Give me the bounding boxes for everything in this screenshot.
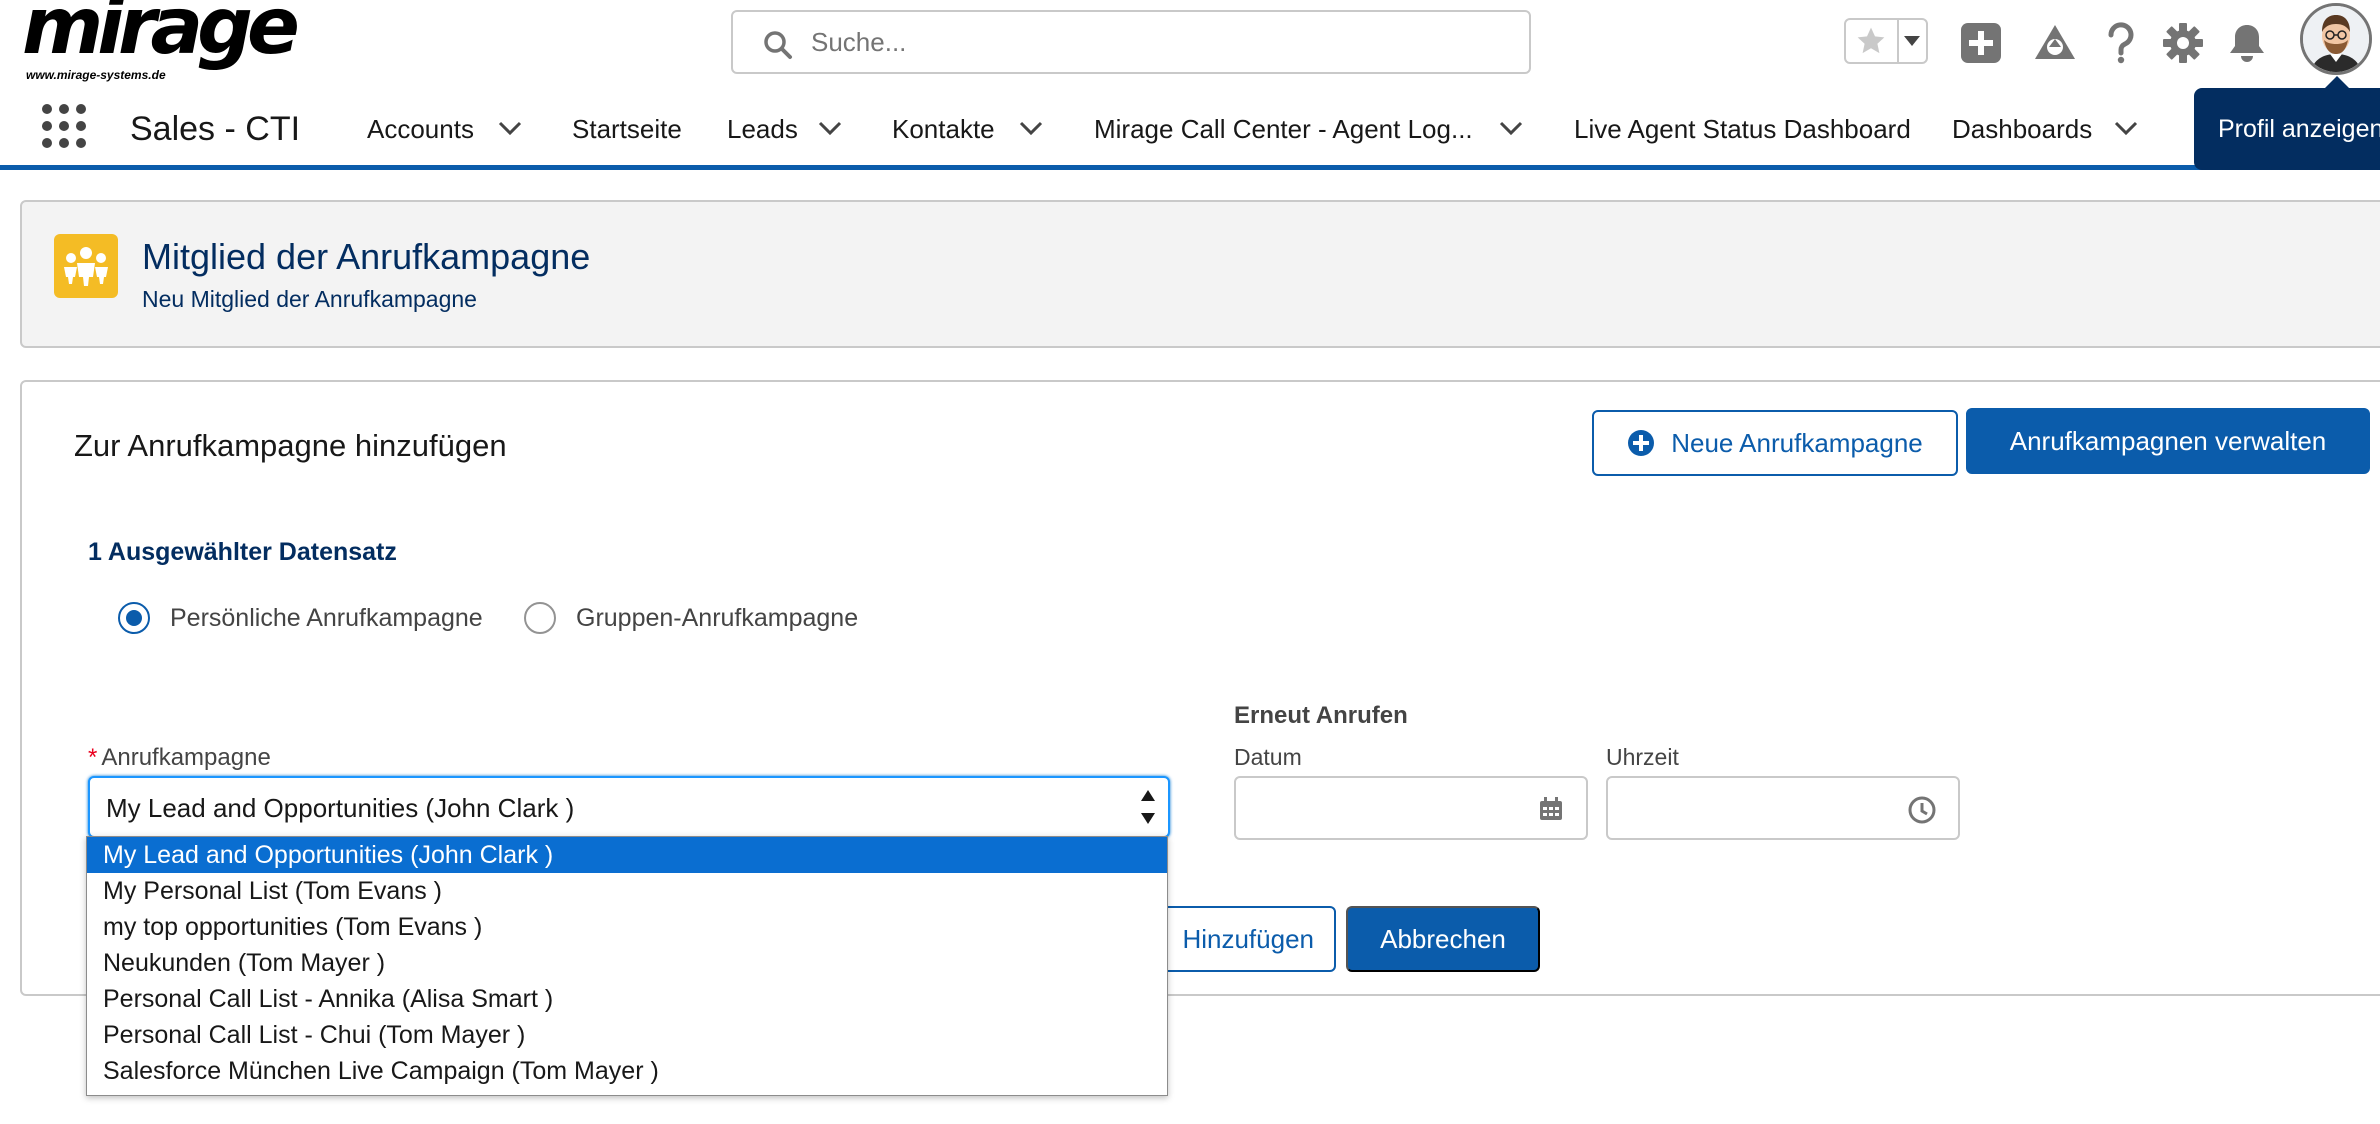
add-circle-icon: [1628, 430, 1655, 456]
trailhead-icon: [2035, 25, 2075, 59]
help-button[interactable]: [2098, 20, 2144, 66]
favorites-star-button[interactable]: [1846, 20, 1897, 62]
search-icon: [763, 30, 793, 60]
campaign-member-icon: [54, 234, 118, 298]
logo-wordmark: mirage: [22, 0, 300, 72]
campaign-label-text: Anrufkampagne: [101, 744, 271, 771]
chevron-down-icon[interactable]: [498, 120, 522, 136]
nav-item-leads[interactable]: Leads: [727, 114, 798, 145]
new-call-campaign-button[interactable]: Neue Anrufkampagne: [1592, 410, 1958, 476]
dropdown-option[interactable]: Salesforce München Live Campaign (Tom Ma…: [87, 1053, 1167, 1089]
profile-tooltip: Profil anzeigen: [2194, 88, 2380, 170]
new-call-campaign-label: Neue Anrufkampagne: [1671, 427, 1923, 458]
select-arrows-icon: [1140, 788, 1156, 826]
clock-icon[interactable]: [1908, 796, 1936, 824]
mirage-logo[interactable]: mirage www.mirage-systems.de: [22, 0, 300, 84]
radio-group-campaign[interactable]: Gruppen-Anrufkampagne: [524, 602, 858, 634]
campaign-field-label: * Anrufkampagne: [88, 744, 271, 772]
setup-button[interactable]: [2160, 20, 2206, 66]
notifications-button[interactable]: [2224, 20, 2270, 66]
radio-unselected-indicator[interactable]: [524, 602, 556, 634]
caret-down-icon: [1904, 36, 1921, 46]
campaign-select-value: My Lead and Opportunities (John Clark ): [106, 793, 575, 823]
radio-personal-campaign[interactable]: Persönliche Anrufkampagne: [118, 602, 483, 634]
radio-group-label: Gruppen-Anrufkampagne: [576, 603, 859, 632]
add-icon: [1961, 23, 2001, 63]
star-icon: [1858, 27, 1885, 54]
nav-item-accounts[interactable]: Accounts: [367, 114, 474, 145]
cancel-button[interactable]: Abbrechen: [1346, 906, 1540, 972]
dropdown-option[interactable]: Neukunden (Tom Mayer ): [87, 945, 1167, 981]
card-title: Zur Anrufkampagne hinzufügen: [74, 428, 507, 463]
chevron-down-icon[interactable]: [1499, 120, 1523, 136]
date-label: Datum: [1234, 744, 1302, 770]
help-icon: [2108, 22, 2134, 64]
dropdown-option[interactable]: Personal Call List - Annika (Alisa Smart…: [87, 981, 1167, 1017]
page-subtitle: Neu Mitglied der Anrufkampagne: [142, 286, 477, 312]
avatar-icon: [2303, 6, 2369, 72]
dropdown-option[interactable]: My Lead and Opportunities (John Clark ): [87, 837, 1167, 873]
calendar-icon[interactable]: [1538, 796, 1564, 822]
app-launcher-icon[interactable]: [42, 104, 86, 148]
campaign-select[interactable]: My Lead and Opportunities (John Clark ): [88, 776, 1170, 838]
app-name: Sales - CTI: [130, 110, 301, 148]
gear-icon: [2163, 23, 2203, 63]
global-header: mirage www.mirage-systems.de: [0, 0, 2380, 90]
callback-heading: Erneut Anrufen: [1234, 702, 1408, 729]
app-navigation-bar: Sales - CTI Accounts Startseite Leads Ko…: [0, 90, 2380, 170]
nav-item-live-agent-status-dashboard[interactable]: Live Agent Status Dashboard: [1574, 114, 1911, 145]
manage-call-campaigns-button[interactable]: Anrufkampagnen verwalten: [1966, 408, 2370, 474]
required-asterisk: *: [88, 744, 98, 771]
bell-icon: [2230, 25, 2264, 62]
trailhead-button[interactable]: [2032, 20, 2078, 66]
campaign-dropdown-list: My Lead and Opportunities (John Clark ) …: [86, 836, 1168, 1096]
time-input[interactable]: [1606, 776, 1960, 840]
time-label: Uhrzeit: [1606, 744, 1679, 770]
logo-url: www.mirage-systems.de: [26, 68, 166, 82]
dropdown-option[interactable]: my top opportunities (Tom Evans ): [87, 909, 1167, 945]
global-actions-button[interactable]: [1958, 20, 2004, 66]
selected-records-count: 1 Ausgewählter Datensatz: [88, 538, 397, 566]
chevron-down-icon[interactable]: [818, 120, 842, 136]
favorites-list-button[interactable]: [1896, 20, 1926, 62]
profile-avatar[interactable]: [2300, 3, 2372, 75]
page-title: Mitglied der Anrufkampagne: [142, 236, 591, 277]
dropdown-option[interactable]: Personal Call List - Chui (Tom Mayer ): [87, 1017, 1167, 1053]
nav-item-call-center-agent-log[interactable]: Mirage Call Center - Agent Log...: [1094, 114, 1473, 145]
radio-personal-label: Persönliche Anrufkampagne: [170, 603, 483, 632]
search-input[interactable]: [809, 22, 1509, 62]
chevron-down-icon[interactable]: [1019, 120, 1043, 136]
nav-item-startseite[interactable]: Startseite: [572, 114, 682, 145]
radio-selected-indicator[interactable]: [118, 602, 150, 634]
favorites-control: [1844, 18, 1928, 64]
dropdown-option[interactable]: My Personal List (Tom Evans ): [87, 873, 1167, 909]
nav-item-kontakte[interactable]: Kontakte: [892, 114, 995, 145]
global-search[interactable]: [731, 10, 1531, 74]
page-header: Mitglied der Anrufkampagne Neu Mitglied …: [20, 200, 2380, 348]
date-input[interactable]: [1234, 776, 1588, 840]
chevron-down-icon[interactable]: [2114, 120, 2138, 136]
nav-item-dashboards[interactable]: Dashboards: [1952, 114, 2092, 145]
